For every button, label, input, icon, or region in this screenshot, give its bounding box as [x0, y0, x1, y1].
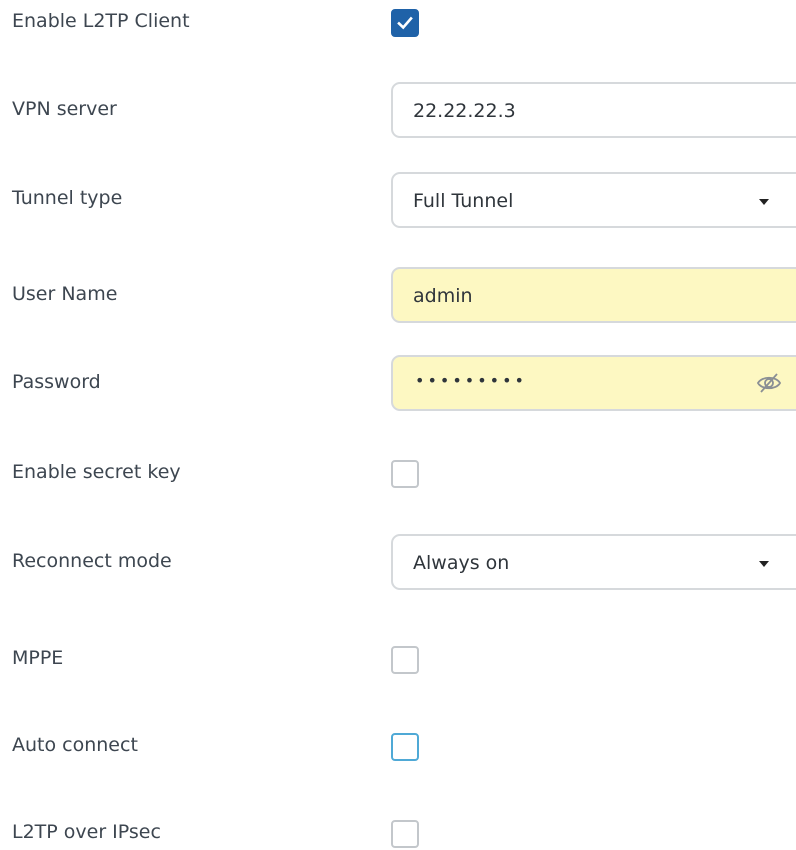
chevron-down-icon: [759, 199, 769, 205]
auto-connect-label: Auto connect: [12, 734, 138, 756]
auto-connect-checkbox[interactable]: [391, 733, 419, 761]
password-input[interactable]: •••••••••: [391, 355, 796, 411]
checkmark-icon: [397, 16, 413, 30]
l2tp-over-ipsec-label: L2TP over IPsec: [12, 821, 161, 843]
password-masked-value: •••••••••: [415, 371, 527, 390]
reconnect-mode-selected-value: Always on: [413, 552, 510, 574]
user-name-label: User Name: [12, 283, 118, 305]
enable-secret-key-checkbox[interactable]: [391, 460, 419, 488]
vpn-server-value: 22.22.22.3: [413, 100, 516, 122]
tunnel-type-selected-value: Full Tunnel: [413, 190, 514, 212]
tunnel-type-select[interactable]: Full Tunnel: [391, 172, 796, 228]
enable-secret-key-label: Enable secret key: [12, 461, 181, 483]
eye-slash-icon[interactable]: [755, 371, 783, 400]
mppe-checkbox[interactable]: [391, 646, 419, 674]
reconnect-mode-label: Reconnect mode: [12, 550, 172, 572]
user-name-input[interactable]: admin: [391, 267, 796, 323]
enable-l2tp-client-label: Enable L2TP Client: [12, 10, 190, 32]
enable-l2tp-client-checkbox[interactable]: [391, 9, 419, 37]
user-name-value: admin: [413, 285, 473, 307]
tunnel-type-label: Tunnel type: [12, 187, 123, 209]
vpn-server-label: VPN server: [12, 98, 117, 120]
mppe-label: MPPE: [12, 647, 64, 669]
l2tp-over-ipsec-checkbox[interactable]: [391, 820, 419, 848]
reconnect-mode-select[interactable]: Always on: [391, 534, 796, 590]
vpn-server-input[interactable]: 22.22.22.3: [391, 82, 796, 138]
password-label: Password: [12, 371, 101, 393]
chevron-down-icon: [759, 561, 769, 567]
